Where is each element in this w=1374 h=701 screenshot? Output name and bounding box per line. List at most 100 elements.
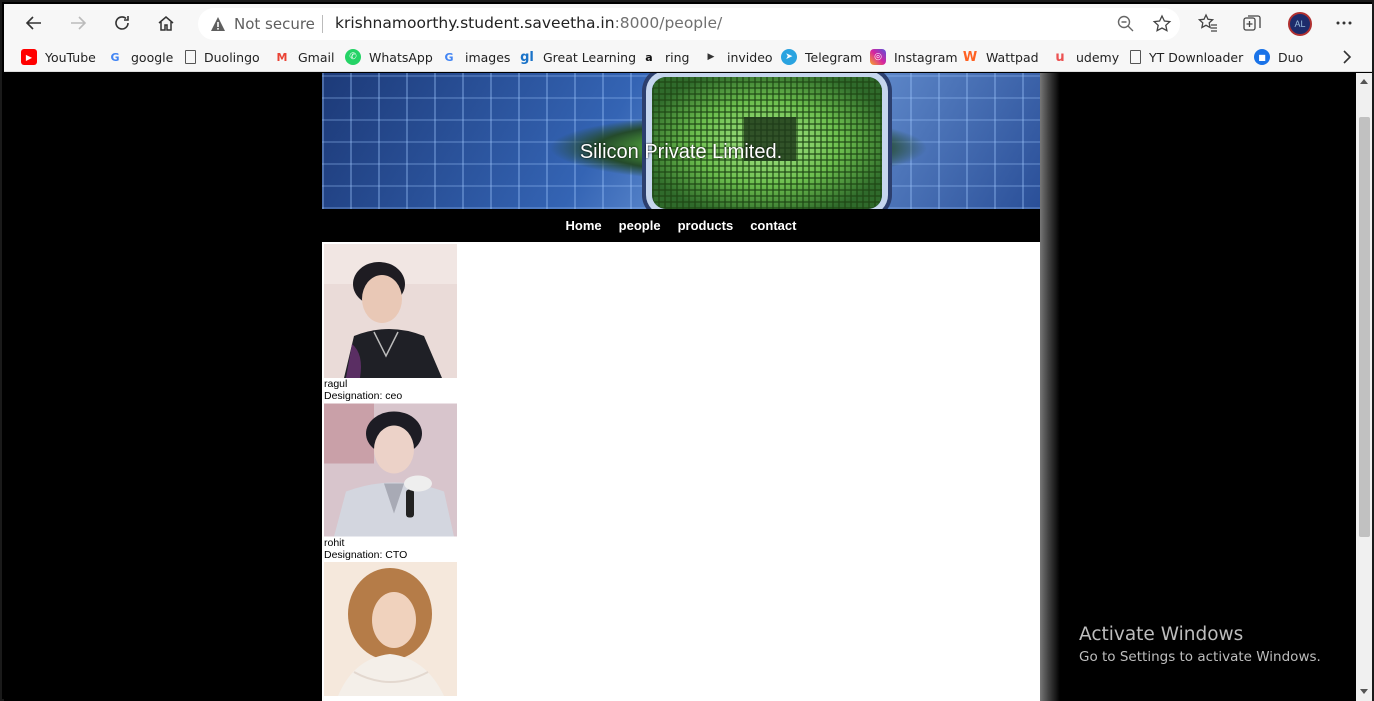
- amazon-icon: a: [645, 50, 653, 64]
- bookmark-ring[interactable]: a ring: [641, 48, 689, 66]
- bookmark-label: YT Downloader: [1149, 49, 1244, 65]
- collections-icon: [1243, 15, 1261, 31]
- avatar-initials: AL: [1294, 19, 1306, 29]
- bookmark-invideo[interactable]: ▶ invideo: [703, 48, 773, 66]
- bookmark-label: WhatsApp: [369, 49, 433, 65]
- bookmark-label: invideo: [727, 49, 773, 65]
- favorites-icon: [1198, 13, 1217, 32]
- person-name: rohit: [324, 537, 345, 549]
- person-name: ragul: [324, 378, 348, 390]
- duo-icon: ■: [1254, 49, 1270, 65]
- person-card: ragul Designation: ceo: [324, 244, 457, 402]
- person-photo: [324, 562, 457, 696]
- bookmark-duo[interactable]: ■ Duo: [1254, 48, 1303, 66]
- greatlearning-icon: gl: [520, 49, 534, 65]
- chevron-right-icon[interactable]: [1338, 47, 1356, 67]
- bookmark-great-learning[interactable]: gl Great Learning: [519, 48, 636, 66]
- bookmark-label: Wattpad: [986, 49, 1039, 65]
- nav-home[interactable]: Home: [566, 218, 602, 233]
- zoom-icon[interactable]: [1116, 14, 1136, 34]
- page-icon: [185, 50, 196, 64]
- scrollbar-thumb[interactable]: [1359, 117, 1370, 537]
- activate-windows-subtitle: Go to Settings to activate Windows.: [1079, 649, 1321, 665]
- udemy-icon: u: [1055, 49, 1065, 65]
- bookmark-wattpad[interactable]: W Wattpad: [962, 48, 1039, 66]
- bookmark-telegram[interactable]: ➤ Telegram: [781, 48, 862, 66]
- google-icon: G: [444, 50, 454, 64]
- header-banner: Silicon Private Limited.: [322, 73, 1040, 209]
- bookmark-label: Telegram: [805, 49, 863, 65]
- bookmark-label: images: [465, 49, 511, 65]
- bookmark-yt-downloader[interactable]: YT Downloader: [1130, 48, 1243, 66]
- forward-arrow-icon: [71, 16, 87, 30]
- bookmark-label: Instagram: [894, 49, 958, 65]
- url-host: krishnamoorthy.student.saveetha.in: [335, 14, 615, 32]
- bookmark-label: Great Learning: [543, 49, 637, 65]
- nav-people[interactable]: people: [619, 218, 661, 233]
- back-arrow-icon: [25, 16, 41, 30]
- refresh-button[interactable]: [108, 9, 136, 37]
- person-card: [324, 562, 457, 696]
- activate-windows-title: Activate Windows: [1079, 624, 1244, 645]
- bookmark-gmail[interactable]: M Gmail: [274, 48, 335, 66]
- bookmark-label: ring: [665, 49, 690, 65]
- collections-button[interactable]: [1240, 11, 1264, 35]
- people-list: ragul Designation: ceo rohit Designation…: [322, 242, 1040, 701]
- url-path: :8000/people/: [614, 14, 723, 32]
- refresh-icon: [115, 16, 129, 30]
- add-favorite-icon[interactable]: [1152, 14, 1172, 34]
- nav-products[interactable]: products: [678, 218, 734, 233]
- vertical-scrollbar[interactable]: [1356, 73, 1372, 701]
- whatsapp-icon: ✆: [345, 49, 361, 65]
- person-photo: [324, 403, 457, 537]
- profile-avatar[interactable]: AL: [1288, 12, 1312, 36]
- page-icon: [1130, 50, 1141, 64]
- scroll-up-arrow-icon[interactable]: [1360, 78, 1368, 86]
- back-button[interactable]: [20, 9, 48, 37]
- more-dots-icon: [1336, 21, 1352, 25]
- bookmark-duolingo[interactable]: Duolingo: [185, 48, 260, 66]
- banner-title: Silicon Private Limited.: [579, 141, 783, 163]
- bookmark-images[interactable]: Gimages: [441, 48, 510, 66]
- bookmark-google[interactable]: Ggoogle: [107, 48, 173, 66]
- browser-window: Not secure krishnamoorthy.student.saveet…: [0, 0, 1374, 701]
- gmail-icon: M: [276, 50, 288, 64]
- browser-toolbar: Not secure krishnamoorthy.student.saveet…: [4, 4, 1372, 42]
- person-designation: Designation: ceo: [324, 390, 403, 402]
- bookmarks-bar: ▶ YouTube Ggoogle Duolingo M Gmail ✆ WhatsA…: [4, 42, 1372, 72]
- bookmark-label: Gmail: [298, 49, 335, 65]
- invideo-icon: ▶: [707, 52, 715, 62]
- bookmark-label: udemy: [1076, 49, 1120, 65]
- home-button[interactable]: [152, 9, 180, 37]
- bookmark-label: Duolingo: [204, 49, 260, 65]
- google-icon: G: [110, 50, 120, 64]
- person-designation: Designation: CTO: [324, 549, 408, 561]
- youtube-icon: ▶: [21, 49, 37, 65]
- telegram-icon: ➤: [781, 49, 797, 65]
- address-divider: [322, 15, 323, 33]
- page-edge-shadow: [1040, 73, 1060, 701]
- bookmark-label: google: [131, 49, 174, 65]
- wattpad-icon: W: [962, 49, 978, 65]
- url-text[interactable]: krishnamoorthy.student.saveetha.in:8000/…: [335, 14, 722, 32]
- bookmark-label: YouTube: [45, 49, 96, 65]
- scroll-down-arrow-icon[interactable]: [1360, 687, 1368, 695]
- bookmark-udemy[interactable]: u udemy: [1052, 48, 1119, 66]
- site-nav: Home people products contact: [322, 209, 1040, 242]
- address-bar[interactable]: Not secure krishnamoorthy.student.saveet…: [198, 8, 1180, 40]
- forward-button[interactable]: [64, 9, 92, 37]
- bookmark-youtube[interactable]: ▶ YouTube: [21, 48, 96, 66]
- bookmark-instagram[interactable]: ◎ Instagram: [870, 48, 958, 66]
- bookmark-whatsapp[interactable]: ✆ WhatsApp: [345, 48, 433, 66]
- warning-icon: [211, 17, 225, 31]
- page-viewport: Silicon Private Limited. Home people pro…: [4, 73, 1356, 701]
- nav-contact[interactable]: contact: [750, 218, 796, 233]
- instagram-icon: ◎: [870, 49, 886, 65]
- person-card: rohit Designation: CTO: [324, 403, 457, 561]
- security-label[interactable]: Not secure: [234, 15, 315, 33]
- bookmark-label: Duo: [1278, 49, 1304, 65]
- person-photo: [324, 244, 457, 378]
- favorites-button[interactable]: [1196, 11, 1220, 35]
- home-icon: [158, 16, 174, 31]
- settings-menu-button[interactable]: [1332, 11, 1356, 35]
